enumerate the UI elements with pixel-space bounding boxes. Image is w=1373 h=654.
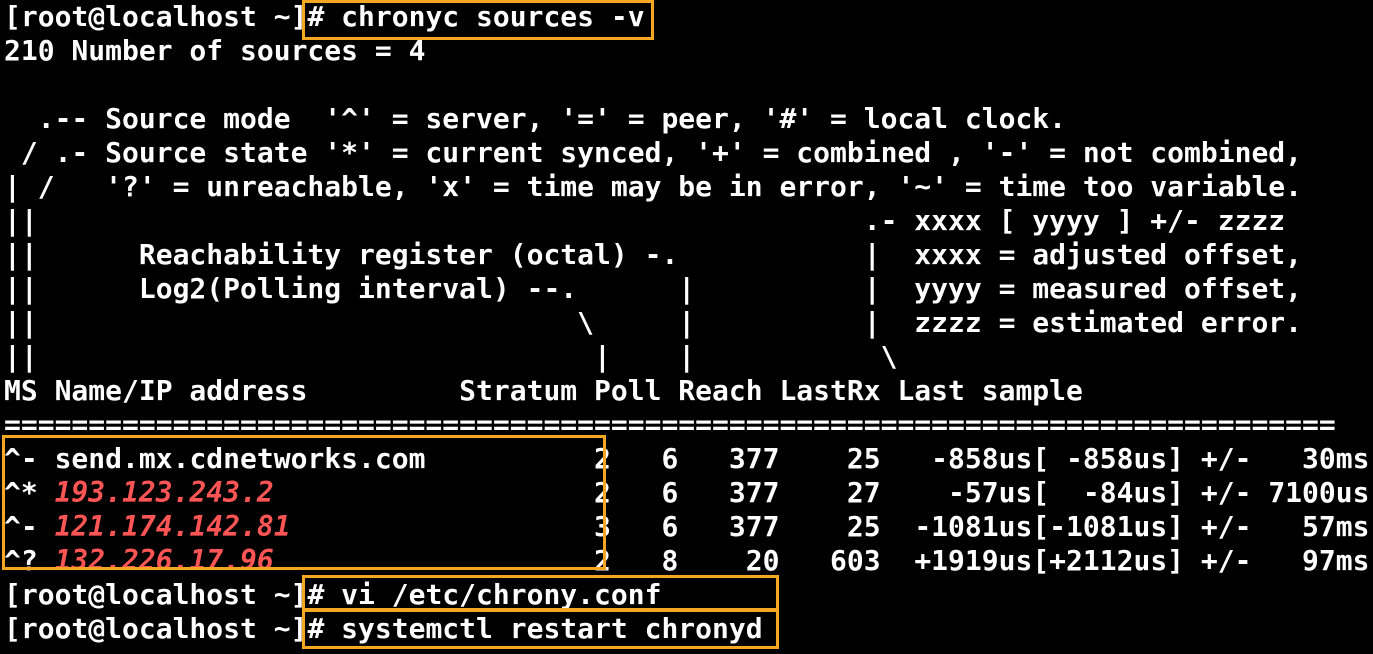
source-ip: 132.226.17.96 <box>54 544 274 577</box>
source-ip: 193.123.243.2 <box>54 476 274 509</box>
table-header: MS Name/IP address Stratum Poll Reach La… <box>4 374 1083 407</box>
source-mode-state: ^- <box>4 510 38 543</box>
command-vi-chrony-conf: # vi /etc/chrony.conf <box>307 578 662 611</box>
legend-line-8: || | | \ <box>4 340 898 373</box>
command-chronyc-sources: # chronyc sources -v <box>307 0 645 33</box>
command-line-chronyc: [root@localhost ~]# chronyc sources -v <box>4 0 1373 34</box>
source-mode-state: ^- <box>4 442 38 475</box>
source-stats: 2 6 377 27 -57us[ -84us] +/- 7100us <box>273 476 1370 509</box>
command-line-vi: [root@localhost ~]# vi /etc/chrony.conf <box>4 578 1373 612</box>
command-line-systemctl: [root@localhost ~]# systemctl restart ch… <box>4 612 1373 646</box>
legend-line-3: | / '?' = unreachable, 'x' = time may be… <box>4 170 1303 203</box>
command-systemctl-restart: # systemctl restart chronyd <box>307 612 763 645</box>
source-stats: 2 8 20 603 +1919us[+2112us] +/- 97ms <box>273 544 1370 577</box>
table-row: ^* 193.123.243.2 2 6 377 27 -57us[ -84us… <box>4 476 1373 510</box>
source-mode-state: ^? <box>4 544 38 577</box>
source-stats: 3 6 377 25 -1081us[-1081us] +/- 57ms <box>290 510 1370 543</box>
table-row: ^? 132.226.17.96 2 8 20 603 +1919us[+211… <box>4 544 1373 578</box>
legend-line-7: || \ | | zzzz = estimated error. <box>4 306 1303 339</box>
terminal-window[interactable]: [root@localhost ~]# chronyc sources -v 2… <box>0 0 1373 654</box>
shell-prompt: [root@localhost ~] <box>4 578 308 611</box>
source-ip: 121.174.142.81 <box>54 510 291 543</box>
table-row: ^- 121.174.142.81 3 6 377 25 -1081us[-10… <box>4 510 1373 544</box>
shell-prompt: [root@localhost ~] <box>4 612 308 645</box>
legend-line-1: .-- Source mode '^' = server, '=' = peer… <box>4 102 1067 135</box>
shell-prompt: [root@localhost ~] <box>4 0 308 33</box>
table-row: ^- send.mx.cdnetworks.com 2 6 377 25 -85… <box>4 442 1373 476</box>
table-separator: ========================================… <box>4 408 1336 441</box>
source-mode-state: ^* <box>4 476 38 509</box>
source-stats: 2 6 377 25 -858us[ -858us] +/- 30ms <box>425 442 1370 475</box>
legend-line-2: / .- Source state '*' = current synced, … <box>4 136 1303 169</box>
sources-count-line: 210 Number of sources = 4 <box>4 34 426 67</box>
legend-line-5: || Reachability register (octal) -. | xx… <box>4 238 1303 271</box>
legend-line-6: || Log2(Polling interval) --. | | yyyy =… <box>4 272 1303 305</box>
legend-line-4: || .- xxxx [ yyyy ] +/- zzzz <box>4 204 1286 237</box>
source-name: send.mx.cdnetworks.com <box>54 442 426 475</box>
